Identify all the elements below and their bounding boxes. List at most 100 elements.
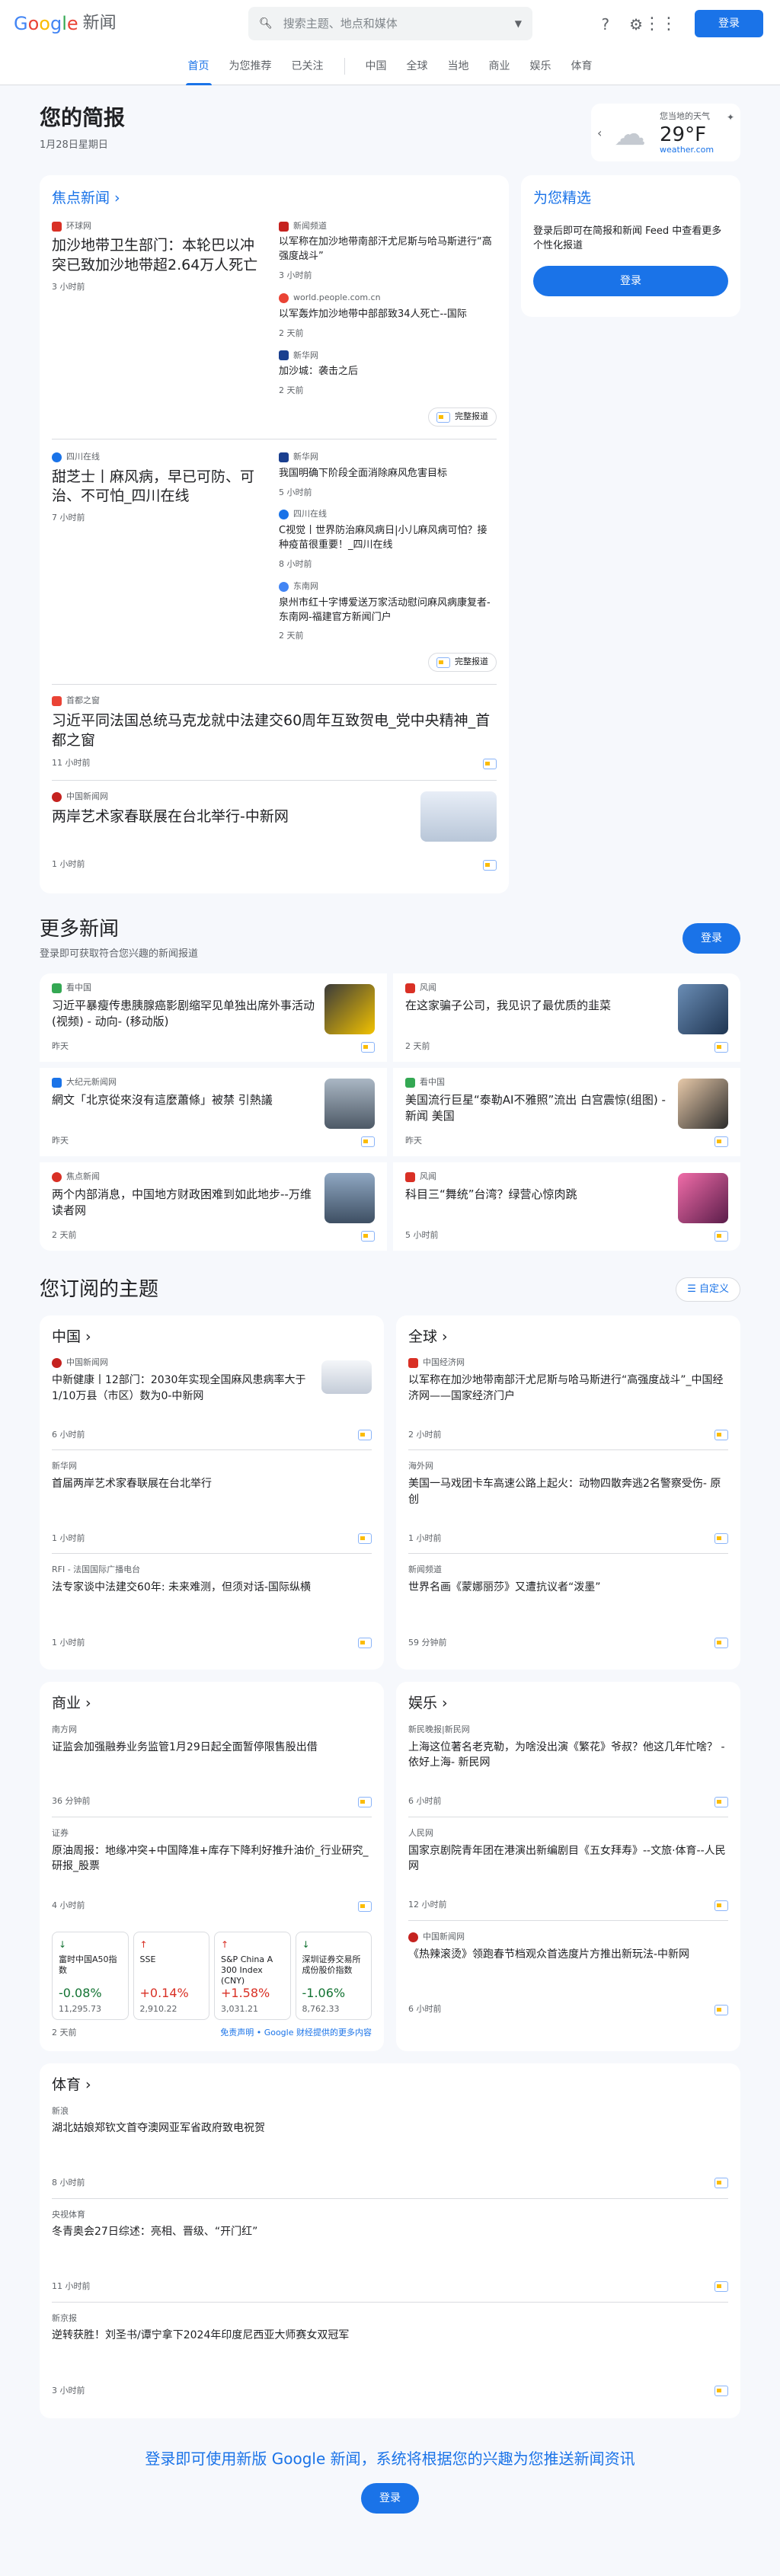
stock-card[interactable]: ↓ 深圳证券交易所成份股价指数 -1.06% 8,762.33 xyxy=(295,1932,372,2021)
chevron-left-icon[interactable]: ‹ xyxy=(597,125,602,142)
headline[interactable]: 证监会加强融券业务监管1月29日起全面暂停限售股出借 xyxy=(52,1740,372,1755)
footer-sign-in-button[interactable]: 登录 xyxy=(361,2482,419,2514)
headline[interactable]: 首届两岸艺术家春联展在台北举行 xyxy=(52,1476,372,1491)
stock-card[interactable]: ↑ SSE +0.14% 2,910.22 xyxy=(133,1932,209,2021)
finance-disclaimer-link[interactable]: 免责声明 • Google 财经提供的更多内容 xyxy=(220,2028,372,2039)
headline[interactable]: 法专家谈中法建交60年: 未来难测，但须对话-国际纵横 xyxy=(52,1580,372,1595)
headline[interactable]: 冬青奥会27日综述：亮相、晋级、“开门红” xyxy=(52,2224,728,2239)
full-coverage-icon[interactable] xyxy=(483,859,497,871)
full-coverage-icon[interactable] xyxy=(714,2280,728,2292)
sign-in-button[interactable]: 登录 xyxy=(695,10,763,37)
headline[interactable]: 两岸艺术家春联展在台北举行-中新网 xyxy=(52,807,387,827)
top-stories-link[interactable]: 焦点新闻 › xyxy=(52,189,497,209)
headline[interactable]: 科目三“舞统”台湾？绿营心惊肉跳 xyxy=(405,1187,670,1203)
weather-source-link[interactable]: weather.com xyxy=(660,145,714,156)
full-coverage-icon[interactable] xyxy=(714,2177,728,2188)
headline[interactable]: 我国明确下阶段全面消除麻风危害目标 xyxy=(279,467,497,481)
story-thumbnail[interactable] xyxy=(321,1360,372,1395)
topic-title-link[interactable]: 体育 › xyxy=(52,2076,728,2095)
full-coverage-icon[interactable] xyxy=(714,2004,728,2015)
full-coverage-button[interactable]: 完整报道 xyxy=(428,407,497,427)
full-coverage-icon[interactable] xyxy=(358,1429,372,1440)
headline[interactable]: 《热辣滚烫》领跑春节档观众首选度片方推出新玩法-中新网 xyxy=(408,1947,728,1962)
full-coverage-icon[interactable] xyxy=(358,1532,372,1544)
headline[interactable]: 網文「北京從來沒有這麼蕭條」被禁 引熱議 xyxy=(52,1092,317,1109)
headline[interactable]: 逆转获胜！刘圣书/谭宁拿下2024年印度尼西亚大师赛女双冠军 xyxy=(52,2328,728,2343)
headline[interactable]: 甜芝士丨麻风病，早已可防、可治、不可怕_四川在线 xyxy=(52,468,264,507)
story-thumbnail[interactable] xyxy=(678,1172,728,1223)
search-box[interactable]: 🔍︎ 搜索主题、地点和媒体 ▼ xyxy=(248,7,532,40)
tab-business[interactable]: 商业 xyxy=(479,47,520,85)
headline[interactable]: 加沙地带卫生部门：本轮巴以冲突已致加沙地带超2.64万人死亡 xyxy=(52,236,264,275)
full-coverage-icon[interactable] xyxy=(714,1532,728,1544)
list-item: 证券 原油周报：地缘冲突+中国降准+库存下降利好推升油价_行业研究_研报_股票 4 … xyxy=(52,1817,372,1921)
headline[interactable]: 湖北姑娘郑钦文首夺澳网亚军省政府致电祝贺 xyxy=(52,2121,728,2136)
full-coverage-icon[interactable] xyxy=(361,1041,375,1053)
headline[interactable]: 两个内部消息，中国地方财政困难到如此地步--万维读者网 xyxy=(52,1187,317,1220)
headline[interactable]: 以军轰炸加沙地带中部部致34人死亡--国际 xyxy=(279,308,497,322)
full-coverage-icon[interactable] xyxy=(358,1900,372,1912)
headline[interactable]: 以军称在加沙地带南部汗尤尼斯与哈马斯进行“高强度战斗”_中国经济网——国家经济门… xyxy=(408,1373,728,1404)
full-coverage-icon[interactable] xyxy=(361,1230,375,1242)
headline[interactable]: 习近平暴瘦传患胰腺癌影剧缩罕见单独出席外事活动(视频) - 动向- (移动版) xyxy=(52,998,317,1031)
topic-title-link[interactable]: 娱乐 › xyxy=(408,1694,728,1714)
full-coverage-icon[interactable] xyxy=(714,1637,728,1648)
full-coverage-icon[interactable] xyxy=(358,1637,372,1648)
full-coverage-icon[interactable] xyxy=(358,1796,372,1807)
tab-sports[interactable]: 体育 xyxy=(561,47,603,85)
google-news-logo[interactable]: Google 新闻 xyxy=(14,11,117,36)
full-coverage-icon[interactable] xyxy=(714,1041,728,1053)
more-sign-in-button[interactable]: 登录 xyxy=(682,923,740,954)
headline[interactable]: 加沙城：袭击之后 xyxy=(279,365,497,379)
tab-world[interactable]: 全球 xyxy=(397,47,438,85)
tab-for-you[interactable]: 为您推荐 xyxy=(219,47,282,85)
help-icon[interactable]: ? xyxy=(601,14,609,35)
headline[interactable]: 在这家骗子公司，我见识了最优质的韭菜 xyxy=(405,998,670,1015)
tab-local[interactable]: 当地 xyxy=(438,47,479,85)
full-coverage-icon[interactable] xyxy=(714,1429,728,1440)
picks-sign-in-button[interactable]: 登录 xyxy=(533,265,728,296)
tab-china[interactable]: 中国 xyxy=(356,47,397,85)
tab-entertainment[interactable]: 娱乐 xyxy=(520,47,561,85)
headline[interactable]: 习近平同法国总统马克龙就中法建交60周年互致贺电_党中央精神_首都之窗 xyxy=(52,711,497,750)
topic-title-link[interactable]: 商业 › xyxy=(52,1694,372,1714)
full-coverage-icon[interactable] xyxy=(483,758,497,769)
stock-card[interactable]: ↑ S&P China A 300 Index (CNY) +1.58% 3,031.… xyxy=(214,1932,291,2021)
more-icon[interactable]: ✦ xyxy=(727,111,734,123)
full-coverage-icon[interactable] xyxy=(361,1136,375,1147)
full-coverage-icon[interactable] xyxy=(714,1136,728,1147)
story-thumbnail[interactable] xyxy=(324,1078,375,1129)
stock-card[interactable]: ↓ 富时中国A50指数 -0.08% 11,295.73 xyxy=(52,1932,129,2021)
search-input[interactable]: 搜索主题、地点和媒体 xyxy=(283,16,515,31)
story-thumbnail[interactable] xyxy=(678,1078,728,1129)
apps-grid-icon[interactable]: ⋮⋮ xyxy=(644,13,677,36)
gear-icon[interactable]: ⚙ xyxy=(629,14,643,35)
headline[interactable]: 美国一马戏团卡车高速公路上起火：动物四散奔逃2名警察受伤- 原创 xyxy=(408,1476,728,1507)
weather-widget[interactable]: ‹ ☁ 您当地的天气 29°F weather.com ✦ xyxy=(591,104,740,161)
headline[interactable]: 国家京剧院青年团在港演出新编剧目《五女拜寿》--文旅·体育--人民网 xyxy=(408,1843,728,1874)
full-coverage-icon[interactable] xyxy=(714,2385,728,2396)
headline[interactable]: C视觉丨世界防治麻风病日|小儿麻风病可怕？接种疫苗很重要！_四川在线 xyxy=(279,524,497,553)
chevron-down-icon[interactable]: ▼ xyxy=(515,18,522,30)
headline[interactable]: 以军称在加沙地带南部汗尤尼斯与哈马斯进行“高强度战斗” xyxy=(279,235,497,264)
full-coverage-icon[interactable] xyxy=(714,1796,728,1807)
full-coverage-icon[interactable] xyxy=(714,1900,728,1911)
story-thumbnail[interactable] xyxy=(324,983,375,1034)
headline[interactable]: 原油周报：地缘冲突+中国降准+库存下降利好推升油价_行业研究_研报_股票 xyxy=(52,1843,372,1874)
story-thumbnail[interactable] xyxy=(324,1172,375,1223)
tab-home[interactable]: 首页 xyxy=(178,47,219,85)
headline[interactable]: 中新健康丨12部门：2030年实现全国麻风患病率大于1/10万县（市区）数为0-… xyxy=(52,1373,311,1404)
full-coverage-button[interactable]: 完整报道 xyxy=(428,653,497,673)
customize-button[interactable]: ☰ 自定义 xyxy=(676,1277,740,1302)
headline[interactable]: 世界名画《蒙娜丽莎》又遭抗议者“泼墨” xyxy=(408,1580,728,1595)
topic-title-link[interactable]: 中国 › xyxy=(52,1328,372,1347)
headline[interactable]: 上海这位著名老克勒，为啥没出演《繁花》爷叔？他这几年忙啥？ - 依好上海- 新民… xyxy=(408,1740,728,1771)
tab-following[interactable]: 已关注 xyxy=(282,47,334,85)
search-icon[interactable]: 🔍︎ xyxy=(259,17,273,31)
headline[interactable]: 泉州市红十字博爱送万家活动慰问麻风病康复者-东南网-福建官方新闻门户 xyxy=(279,596,497,625)
topic-title-link[interactable]: 全球 › xyxy=(408,1328,728,1347)
headline[interactable]: 美国流行巨星“泰勒AI不雅照”流出 白宫震惊(组图) - 新闻 美国 xyxy=(405,1092,670,1126)
full-coverage-icon[interactable] xyxy=(714,1230,728,1242)
story-thumbnail[interactable] xyxy=(678,983,728,1034)
story-thumbnail[interactable] xyxy=(420,791,497,842)
